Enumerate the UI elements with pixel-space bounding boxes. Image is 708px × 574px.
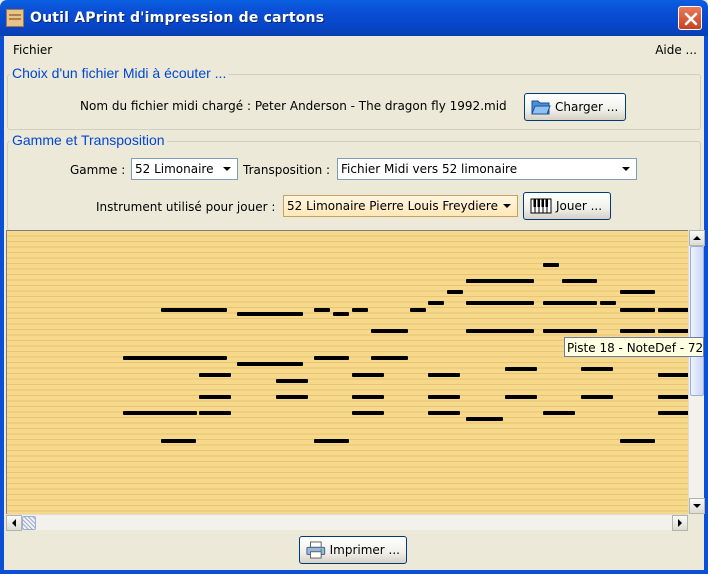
note-bar[interactable] [314,439,349,443]
scale-select-value: 52 Limonaire [135,162,214,176]
note-bar[interactable] [352,395,384,399]
note-bar[interactable] [428,301,444,305]
note-bar[interactable] [123,411,197,415]
window-title: Outil APrint d'impression de cartons [30,10,325,26]
note-bar[interactable] [333,312,349,316]
title-bar[interactable]: Outil APrint d'impression de cartons [0,0,708,36]
note-bar[interactable] [562,279,597,283]
note-bar[interactable] [581,395,613,399]
note-bar[interactable] [410,308,426,312]
load-button-label: Charger ... [555,100,619,114]
note-bar[interactable] [314,308,330,312]
note-bar[interactable] [543,411,575,415]
play-button[interactable]: Jouer ... [523,192,611,220]
print-button-label: Imprimer ... [329,543,400,557]
menu-file[interactable]: Fichier [13,43,52,57]
note-bar[interactable] [428,411,460,415]
play-button-label: Jouer ... [556,199,603,213]
midi-section-title: Choix d'un fichier Midi à écouter ... [10,65,229,81]
note-bar[interactable] [466,417,503,421]
note-bar[interactable] [276,379,308,383]
note-bar[interactable] [658,411,688,415]
note-bar[interactable] [620,329,655,333]
note-bar[interactable] [505,395,537,399]
note-bar[interactable] [505,367,537,371]
note-bar[interactable] [447,290,463,294]
note-bar[interactable] [600,301,616,305]
note-bar[interactable] [199,411,231,415]
printer-icon [306,541,326,559]
app-icon [6,9,24,27]
note-bar[interactable] [543,301,597,305]
scroll-down-button[interactable] [689,498,705,514]
piano-keyboard-icon [530,198,552,214]
chevron-down-icon [622,167,630,171]
window-border-bottom [0,570,708,574]
close-button[interactable] [678,6,702,30]
chevron-down-icon [223,167,231,171]
note-bar[interactable] [658,395,688,399]
note-bar[interactable] [237,312,303,316]
load-button[interactable]: Charger ... [524,93,626,121]
instrument-select[interactable]: 52 Limonaire Pierre Louis Freydiere [283,195,518,217]
horizontal-scroll-thumb[interactable] [22,516,36,530]
note-bar[interactable] [466,301,534,305]
close-icon [684,12,698,26]
menu-help[interactable]: Aide ... [655,43,697,57]
note-bar[interactable] [276,395,308,399]
arrow-left-icon [12,519,16,527]
note-bar[interactable] [237,362,303,366]
folder-open-icon [531,100,551,115]
note-bar[interactable] [371,356,408,360]
note-bar[interactable] [658,308,688,312]
scale-select[interactable]: 52 Limonaire [131,158,238,180]
chevron-down-icon [503,204,511,208]
arrow-right-icon [678,519,682,527]
note-bar[interactable] [371,329,408,333]
arrow-down-icon [693,504,701,508]
arrow-up-icon [693,236,701,240]
piano-roll-canvas[interactable] [6,230,688,514]
scroll-right-button[interactable] [672,515,688,531]
scale-label: Gamme : [70,163,126,177]
transposition-select[interactable]: Fichier Midi vers 52 limonaire [337,158,637,180]
note-bar[interactable] [314,356,349,360]
note-bar[interactable] [199,395,231,399]
note-bar[interactable] [658,373,688,377]
note-bar[interactable] [543,329,597,333]
scroll-left-button[interactable] [6,515,22,531]
note-bar[interactable] [466,279,534,283]
note-bar[interactable] [123,356,227,360]
note-bar[interactable] [352,373,384,377]
midi-file-label: Nom du fichier midi chargé : Peter Ander… [80,99,507,113]
note-bar[interactable] [161,439,196,443]
note-tooltip: Piste 18 - NoteDef - 72 [564,337,704,357]
vertical-scrollbar[interactable] [688,230,705,514]
note-bar[interactable] [161,308,227,312]
instrument-select-value: 52 Limonaire Pierre Louis Freydiere [287,199,498,213]
note-bar[interactable] [658,329,688,333]
note-bar[interactable] [352,308,368,312]
instrument-label: Instrument utilisé pour jouer : [96,200,276,214]
horizontal-scrollbar[interactable] [6,514,688,531]
scroll-up-button[interactable] [689,230,705,246]
window-border-left [0,36,4,574]
vertical-scroll-thumb[interactable] [690,246,704,396]
transposition-section-title: Gamme et Transposition [10,132,167,148]
note-bar[interactable] [620,439,655,443]
note-bar[interactable] [466,329,534,333]
transposition-select-value: Fichier Midi vers 52 limonaire [341,162,518,176]
note-bar[interactable] [428,373,460,377]
menu-bar: Fichier Aide ... [4,40,704,60]
note-bar[interactable] [620,290,655,294]
note-bar[interactable] [543,263,559,267]
note-bar[interactable] [352,411,384,415]
note-bar[interactable] [199,373,231,377]
transposition-label: Transposition : [243,163,331,177]
note-bar[interactable] [581,367,613,371]
note-bar[interactable] [620,308,655,312]
note-bar[interactable] [428,395,460,399]
window-border-right [704,36,708,574]
print-button[interactable]: Imprimer ... [299,536,407,564]
